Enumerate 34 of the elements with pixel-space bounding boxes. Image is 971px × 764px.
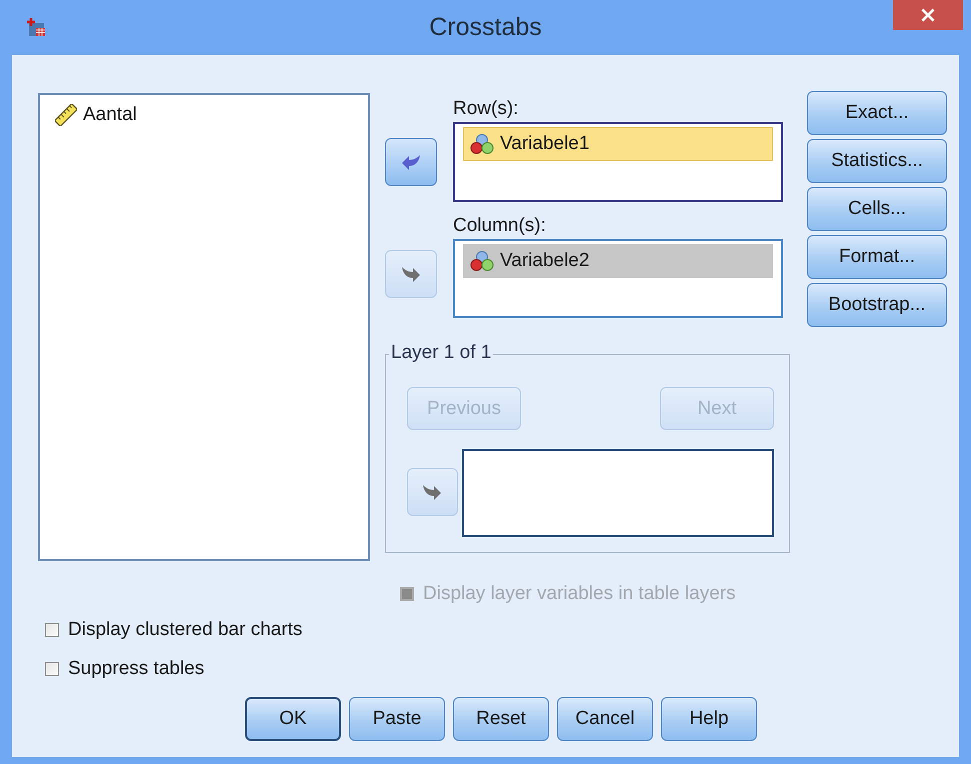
dialog-button[interactable]: Paste xyxy=(349,697,445,741)
arrow-icon xyxy=(401,266,421,282)
dialog-button[interactable]: Help xyxy=(661,697,757,741)
source-variable-list[interactable]: Aantal xyxy=(38,93,370,561)
arrow-icon xyxy=(422,484,442,500)
dialog-button[interactable]: Reset xyxy=(453,697,549,741)
checkbox-label: Display layer variables in table layers xyxy=(423,583,736,605)
dialog-button[interactable]: Bootstrap... xyxy=(807,283,947,327)
three-circles-icon xyxy=(470,133,494,155)
checkbox-label: Display clustered bar charts xyxy=(68,619,302,641)
source-variable-item[interactable]: Aantal xyxy=(48,98,360,132)
dialog-button[interactable]: Format... xyxy=(807,235,947,279)
field-label: Row(s): xyxy=(453,97,520,121)
table-plus-icon xyxy=(26,17,46,37)
columns-list[interactable]: Variabele2 xyxy=(453,238,783,318)
dialog-button[interactable]: OK xyxy=(245,697,341,741)
move-arrow-button[interactable] xyxy=(385,138,437,186)
dialog-button[interactable]: Cells... xyxy=(807,187,947,231)
three-circles-icon xyxy=(470,250,494,272)
close-button[interactable]: × xyxy=(893,0,963,30)
window-title: Crosstabs xyxy=(429,13,542,42)
layer-list[interactable] xyxy=(462,449,774,538)
field-label: Column(s): xyxy=(453,214,547,238)
checkbox-label: Suppress tables xyxy=(68,658,204,680)
rows-list[interactable]: Variabele1 xyxy=(453,122,783,202)
row-variable-item[interactable]: Variabele1 xyxy=(463,127,773,161)
dialog-button[interactable]: Exact... xyxy=(807,91,947,135)
checkbox[interactable] xyxy=(45,662,59,676)
arrow-icon xyxy=(401,154,421,170)
checkbox[interactable] xyxy=(45,623,59,637)
group-title: Layer 1 of 1 xyxy=(389,342,494,364)
dialog-button[interactable]: Cancel xyxy=(557,697,653,741)
dialog-button[interactable]: Statistics... xyxy=(807,139,947,183)
column-variable-item[interactable]: Variabele2 xyxy=(463,244,773,278)
